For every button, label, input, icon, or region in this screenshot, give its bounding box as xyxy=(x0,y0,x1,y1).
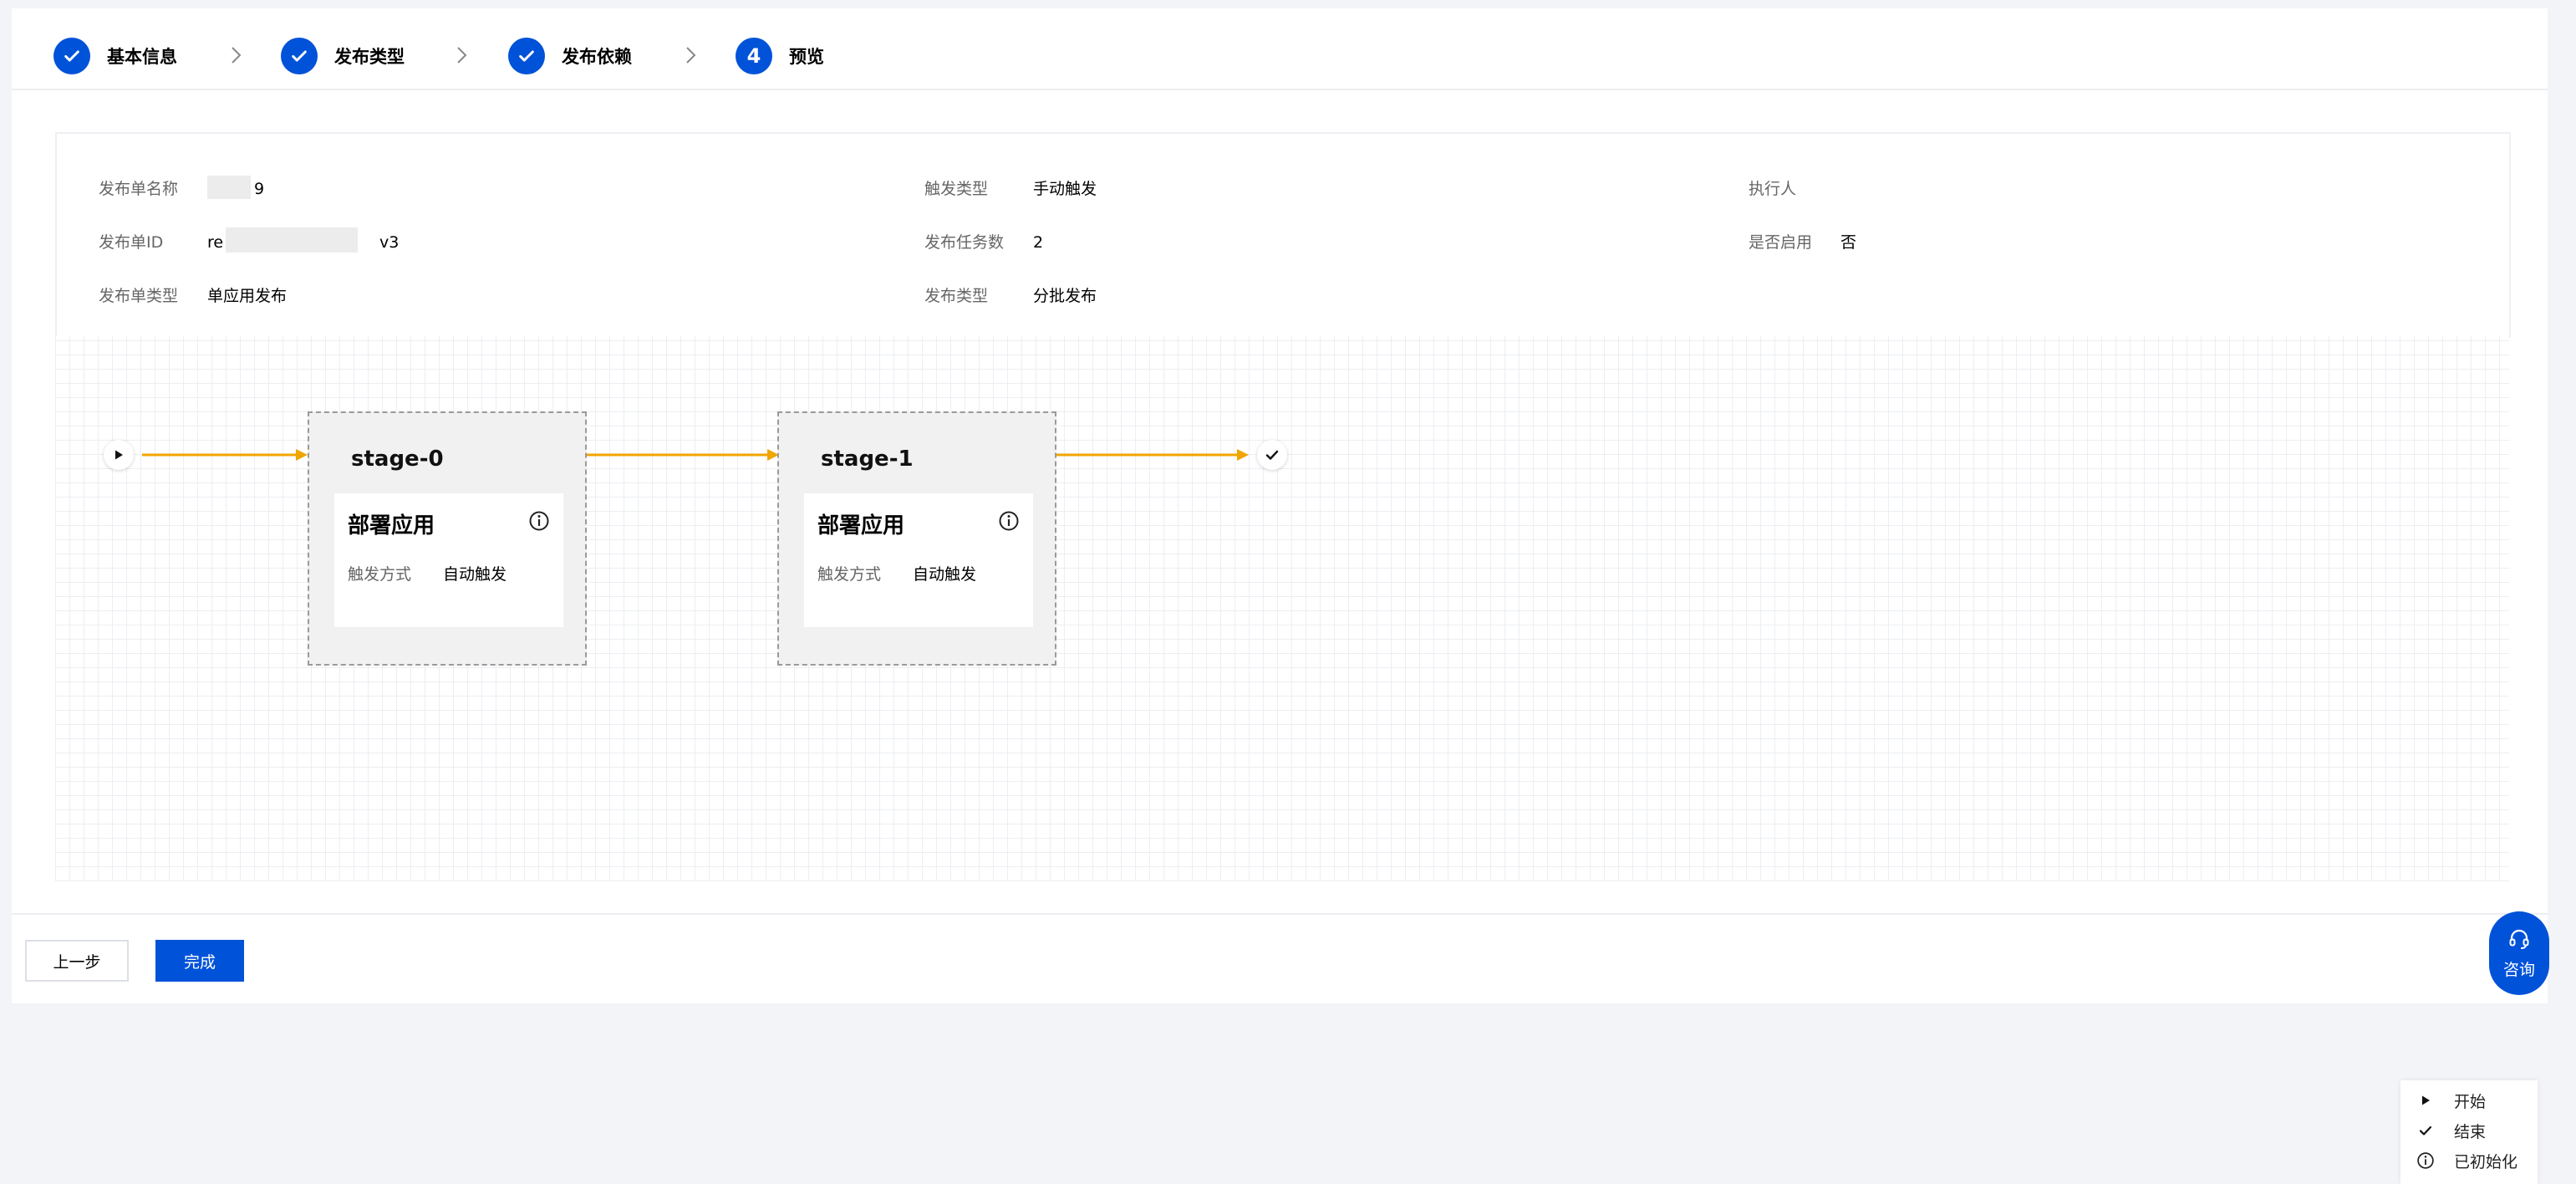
trigger-label: 触发方式 xyxy=(348,565,412,584)
info-label: 是否启用 xyxy=(1749,233,1813,252)
chevron-right-icon xyxy=(686,47,696,64)
stage-title: stage-1 xyxy=(821,447,914,472)
info-label: 发布单名称 xyxy=(99,180,179,198)
step-number: 4 xyxy=(736,38,772,74)
pipeline-canvas[interactable]: stage-0 部署应用 触发方式 自动触发 stage-1 部署应用 触发方式… xyxy=(55,336,2538,1184)
step-release-type[interactable]: 发布类型 xyxy=(281,37,405,75)
info-icon xyxy=(2416,1151,2436,1171)
check-icon xyxy=(508,38,545,74)
task-title: 部署应用 xyxy=(817,513,905,538)
info-value: 单应用发布 xyxy=(207,287,288,305)
step-label: 预览 xyxy=(789,47,824,67)
info-label: 执行人 xyxy=(1749,180,1797,198)
legend-initialized: 已初始化 xyxy=(2416,1149,2517,1172)
check-icon xyxy=(2416,1120,2436,1141)
task-card[interactable]: 部署应用 触发方式 自动触发 xyxy=(334,493,563,627)
info-icon[interactable] xyxy=(998,510,1020,532)
trigger-value: 自动触发 xyxy=(913,565,977,584)
info-label: 发布类型 xyxy=(924,287,989,305)
trigger-label: 触发方式 xyxy=(817,565,882,584)
trigger-value: 自动触发 xyxy=(443,565,507,584)
check-icon xyxy=(1265,450,1279,460)
footer-divider xyxy=(12,913,2548,915)
chevron-right-icon xyxy=(232,47,242,64)
consult-label: 咨询 xyxy=(2502,960,2535,979)
info-value: 分批发布 xyxy=(1033,287,1097,305)
info-value: v3 xyxy=(379,233,400,252)
step-preview[interactable]: 4 预览 xyxy=(736,37,824,75)
task-title: 部署应用 xyxy=(348,513,435,538)
consult-button[interactable]: 咨询 xyxy=(2489,911,2549,995)
stage-box[interactable]: stage-1 部署应用 触发方式 自动触发 xyxy=(777,411,1056,666)
stage-title: stage-0 xyxy=(351,447,444,472)
legend-label: 结束 xyxy=(2454,1122,2487,1141)
info-value: 否 xyxy=(1840,233,1857,252)
info-label: 发布单类型 xyxy=(99,287,179,305)
legend: 开始 结束 已初始化 xyxy=(2400,1080,2538,1184)
headset-icon xyxy=(2509,929,2529,949)
step-label: 发布依赖 xyxy=(562,47,632,67)
main-panel: 基本信息 发布类型 发布依赖 4 预览 发布单名称 9 发布单ID re v3 … xyxy=(12,8,2548,1184)
info-label: 发布任务数 xyxy=(924,233,1005,252)
play-icon xyxy=(2416,1090,2436,1110)
done-button[interactable]: 完成 xyxy=(155,940,244,982)
step-label: 基本信息 xyxy=(107,47,177,67)
chevron-right-icon xyxy=(457,47,467,64)
connector-arrow xyxy=(1056,449,1249,461)
steps-bar: 基本信息 发布类型 发布依赖 4 预览 xyxy=(12,8,2548,90)
step-basic-info[interactable]: 基本信息 xyxy=(53,37,177,75)
info-value: re xyxy=(207,233,224,252)
play-icon xyxy=(115,450,123,460)
check-icon xyxy=(53,38,90,74)
redacted-block xyxy=(207,176,251,199)
step-release-dependency[interactable]: 发布依赖 xyxy=(508,37,632,75)
end-node xyxy=(1257,440,1287,470)
redacted-block xyxy=(226,227,358,253)
info-label: 发布单ID xyxy=(99,233,164,252)
check-icon xyxy=(281,38,318,74)
legend-label: 已初始化 xyxy=(2454,1152,2518,1171)
start-node xyxy=(104,440,134,470)
info-icon[interactable] xyxy=(528,510,550,532)
stage-box[interactable]: stage-0 部署应用 触发方式 自动触发 xyxy=(308,411,587,666)
info-value: 9 xyxy=(254,180,265,198)
task-card[interactable]: 部署应用 触发方式 自动触发 xyxy=(804,493,1033,627)
legend-end: 结束 xyxy=(2416,1119,2486,1142)
legend-start: 开始 xyxy=(2416,1089,2486,1112)
prev-step-button[interactable]: 上一步 xyxy=(25,940,129,982)
info-label: 触发类型 xyxy=(924,180,989,198)
connector-arrow xyxy=(142,449,308,461)
info-value: 手动触发 xyxy=(1033,180,1097,198)
connector-arrow xyxy=(587,449,779,461)
info-value: 2 xyxy=(1033,233,1044,252)
release-info-box: 发布单名称 9 发布单ID re v3 发布单类型 单应用发布 触发类型 手动触… xyxy=(55,132,2511,338)
legend-label: 开始 xyxy=(2454,1092,2487,1111)
step-label: 发布类型 xyxy=(334,47,405,67)
